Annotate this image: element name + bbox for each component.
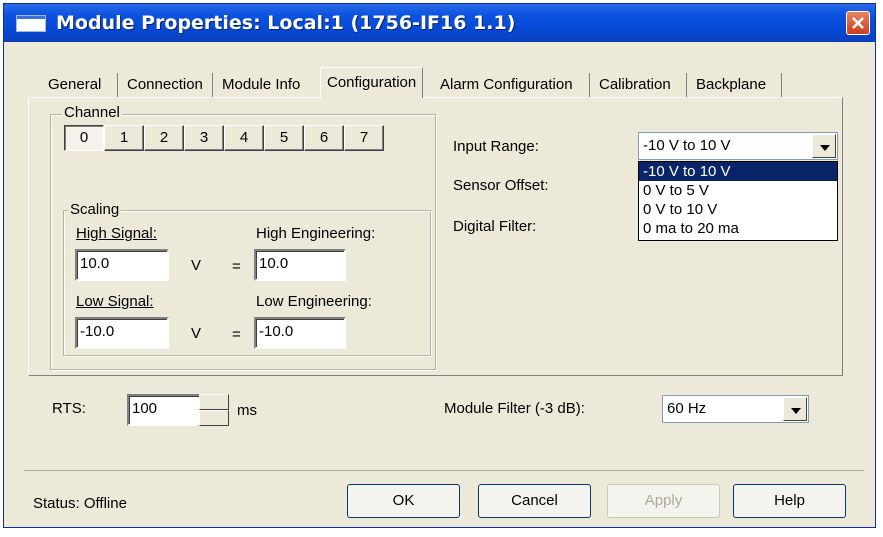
high-signal-label: High Signal: xyxy=(76,225,157,242)
help-button[interactable]: Help xyxy=(733,484,846,518)
module-filter-value: 60 Hz xyxy=(667,400,707,417)
close-button[interactable] xyxy=(846,11,870,35)
rts-unit: ms xyxy=(237,402,257,419)
tab-connection[interactable]: Connection xyxy=(121,72,209,98)
low-engineering-input[interactable]: -10.0 xyxy=(254,317,346,349)
tab-alarm-configuration[interactable]: Alarm Configuration xyxy=(434,72,579,98)
low-signal-unit: V xyxy=(191,325,202,342)
tab-separator xyxy=(212,73,213,97)
low-signal-input[interactable]: -10.0 xyxy=(75,317,169,349)
chevron-down-icon[interactable] xyxy=(812,134,836,158)
low-equals-sign: = xyxy=(232,326,241,343)
input-range-label: Input Range: xyxy=(453,138,539,155)
input-range-option[interactable]: -10 V to 10 V xyxy=(639,162,837,181)
window-title: Module Properties: Local:1 (1756-IF16 1.… xyxy=(56,12,516,34)
input-range-select[interactable]: -10 V to 10 V xyxy=(638,132,838,160)
channel-button-6[interactable]: 6 xyxy=(304,125,344,151)
divider xyxy=(24,470,864,471)
tab-configuration[interactable]: Configuration xyxy=(320,67,424,98)
input-range-option[interactable]: 0 ma to 20 ma xyxy=(639,219,837,238)
channel-button-2[interactable]: 2 xyxy=(144,125,184,151)
chevron-down-icon[interactable] xyxy=(783,397,807,421)
rts-input[interactable]: 100 xyxy=(127,394,201,426)
high-engineering-input[interactable]: 10.0 xyxy=(254,249,346,281)
input-range-dropdown-list: -10 V to 10 V 0 V to 5 V 0 V to 10 V 0 m… xyxy=(638,161,838,241)
apply-button[interactable]: Apply xyxy=(607,484,720,518)
scaling-group-label: Scaling xyxy=(68,201,122,218)
channel-button-5[interactable]: 5 xyxy=(264,125,304,151)
tab-separator xyxy=(589,73,590,97)
input-range-option[interactable]: 0 V to 10 V xyxy=(639,200,837,219)
module-filter-label: Module Filter (-3 dB): xyxy=(444,400,585,417)
channel-button-0[interactable]: 0 xyxy=(64,125,104,151)
high-signal-unit: V xyxy=(191,257,202,274)
channel-button-7[interactable]: 7 xyxy=(344,125,384,151)
high-engineering-label: High Engineering: xyxy=(256,225,376,242)
high-signal-input[interactable]: 10.0 xyxy=(75,249,169,281)
cancel-button[interactable]: Cancel xyxy=(478,484,591,518)
tab-backplane[interactable]: Backplane xyxy=(690,72,772,98)
channel-button-3[interactable]: 3 xyxy=(184,125,224,151)
window-icon xyxy=(16,15,46,32)
rts-spinner[interactable] xyxy=(199,394,229,426)
low-engineering-label: Low Engineering: xyxy=(256,293,372,310)
high-equals-sign: = xyxy=(232,258,241,275)
digital-filter-label: Digital Filter: xyxy=(453,218,537,235)
input-range-option[interactable]: 0 V to 5 V xyxy=(639,181,837,200)
module-filter-select[interactable]: 60 Hz xyxy=(662,395,809,423)
tab-separator xyxy=(686,73,687,97)
close-icon xyxy=(852,17,864,29)
input-range-value: -10 V to 10 V xyxy=(643,137,731,154)
tab-separator xyxy=(781,73,782,97)
rts-label: RTS: xyxy=(52,400,86,417)
spin-down-icon[interactable] xyxy=(199,410,229,426)
spin-up-icon[interactable] xyxy=(199,394,229,410)
tab-separator xyxy=(117,73,118,97)
status-text: Status: Offline xyxy=(33,495,127,512)
sensor-offset-label: Sensor Offset: xyxy=(453,177,549,194)
channel-button-1[interactable]: 1 xyxy=(104,125,144,151)
tab-general[interactable]: General xyxy=(42,72,107,98)
low-signal-label: Low Signal: xyxy=(76,293,154,310)
tab-calibration[interactable]: Calibration xyxy=(593,72,677,98)
ok-button[interactable]: OK xyxy=(347,484,460,518)
tab-module-info[interactable]: Module Info xyxy=(216,72,306,98)
channel-group-label: Channel xyxy=(62,104,122,121)
title-bar[interactable]: Module Properties: Local:1 (1756-IF16 1.… xyxy=(4,4,875,42)
channel-button-4[interactable]: 4 xyxy=(224,125,264,151)
